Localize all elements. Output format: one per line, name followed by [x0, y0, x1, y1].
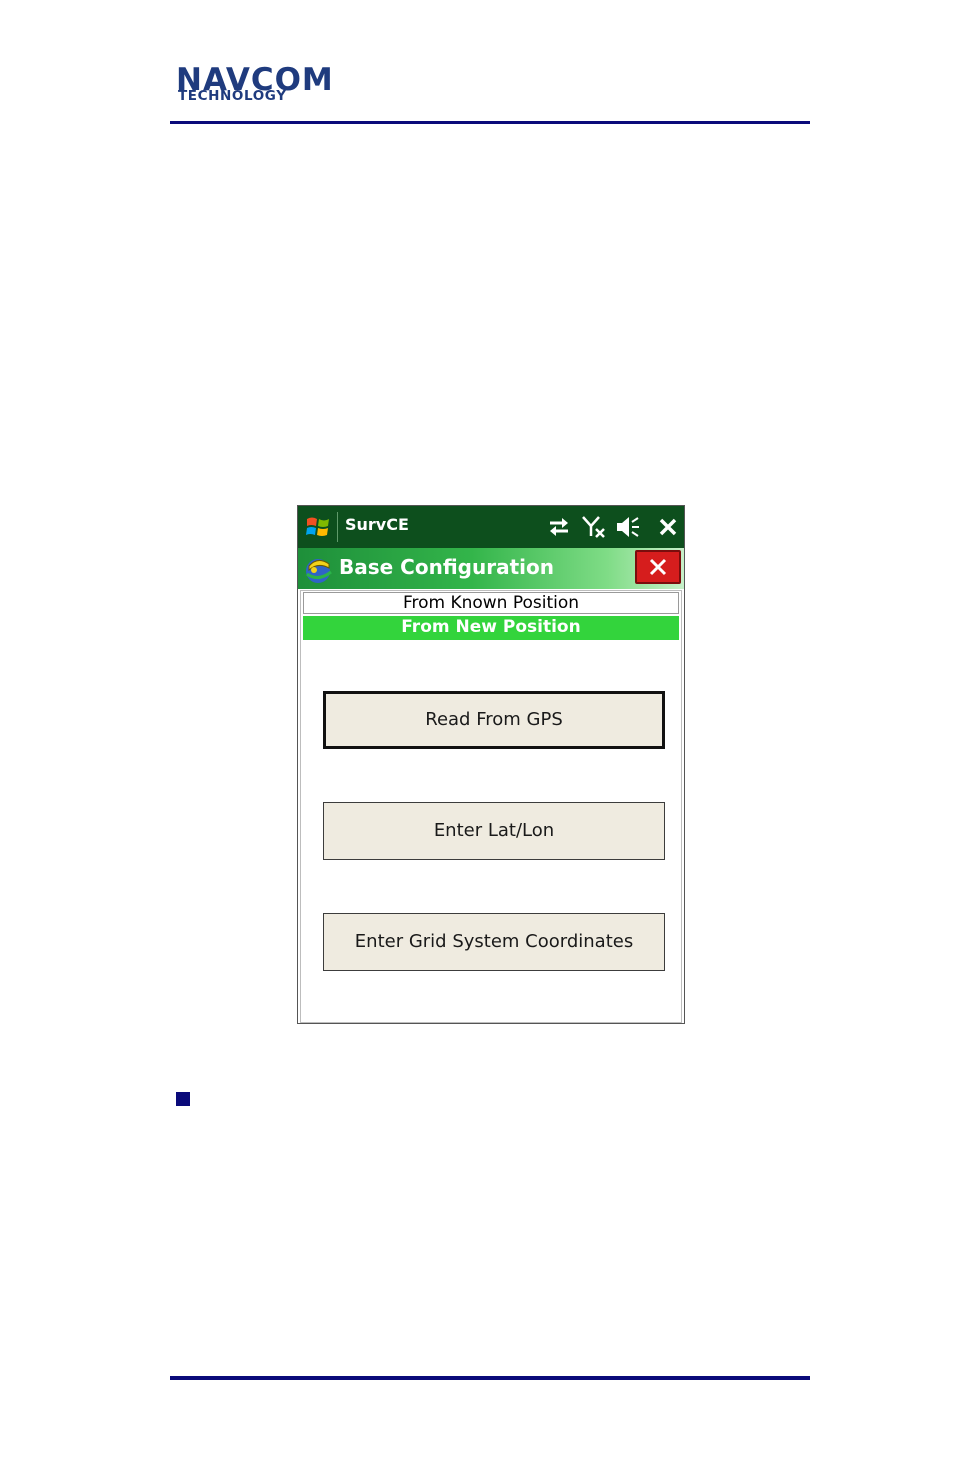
close-icon[interactable] — [655, 514, 681, 540]
footer-rule — [170, 1376, 810, 1380]
windows-start-icon[interactable] — [304, 513, 332, 541]
sync-arrows-icon[interactable] — [546, 514, 572, 540]
no-signal-icon[interactable] — [581, 514, 607, 540]
enter-lat-lon-button[interactable]: Enter Lat/Lon — [323, 802, 665, 860]
content-panel: From Known Position From New Position Re… — [300, 590, 682, 1023]
taskbar-app-title: SurvCE — [345, 515, 409, 534]
speaker-muted-icon[interactable] — [615, 514, 641, 540]
read-from-gps-button[interactable]: Read From GPS — [323, 691, 665, 749]
navcom-logo: NAVCOM TECHNOLOGY — [176, 62, 362, 108]
taskbar: SurvCE — [298, 506, 684, 548]
window-title: Base Configuration — [339, 555, 554, 579]
tab-from-new-position[interactable]: From New Position — [303, 616, 679, 640]
logo-subtitle: TECHNOLOGY — [178, 88, 287, 104]
device-window: SurvCE Base Configuration From Known Pos… — [297, 505, 685, 1024]
survce-app-icon — [306, 559, 332, 583]
enter-grid-coordinates-button[interactable]: Enter Grid System Coordinates — [323, 913, 665, 971]
bullet-marker — [176, 1092, 190, 1106]
close-icon — [649, 558, 667, 576]
header-rule — [170, 121, 810, 124]
title-bar: Base Configuration — [298, 548, 684, 589]
close-button[interactable] — [635, 550, 681, 584]
tab-from-known-position[interactable]: From Known Position — [303, 592, 679, 614]
taskbar-separator — [337, 512, 338, 542]
